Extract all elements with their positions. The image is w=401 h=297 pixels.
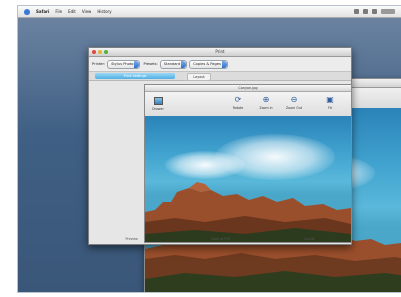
zoom-out-icon: ⊖: [290, 95, 298, 104]
volume-icon[interactable]: [363, 9, 368, 14]
fit-label: Fit: [328, 106, 332, 110]
wifi-icon[interactable]: [354, 9, 359, 14]
printer-popup[interactable]: Stylus Photo: [107, 59, 141, 69]
presets-value: Standard: [163, 62, 181, 66]
section-popup[interactable]: Copies & Pages: [189, 59, 228, 69]
image-toolbar: Drawer ⟳ Rotate ⊕ Zoom In ⊖ Zoom Out ▣ F…: [145, 92, 351, 117]
save-pdf-button[interactable]: Save as PDF: [211, 237, 231, 243]
rotate-icon: ⟳: [234, 95, 242, 104]
print-dialog-titlebar[interactable]: Print: [89, 48, 351, 57]
zoom-in-label: Zoom In: [259, 106, 273, 110]
rock-formation-graphic: [145, 182, 351, 242]
tab-layout[interactable]: Layout: [187, 73, 211, 81]
apple-menu-icon[interactable]: [24, 8, 30, 15]
rotate-label: Rotate: [232, 106, 244, 110]
preview-button[interactable]: Preview: [126, 237, 138, 243]
menu-edit[interactable]: Edit: [68, 9, 76, 14]
tab-print-settings[interactable]: Print Settings: [95, 73, 175, 79]
menu-app-name[interactable]: Safari: [36, 9, 49, 14]
printer-value: Stylus Photo: [111, 62, 134, 66]
menu-extras: [354, 9, 395, 14]
drawer-label: Drawer: [152, 107, 164, 111]
presets-popup[interactable]: Standard: [159, 59, 188, 69]
section-value: Copies & Pages: [193, 62, 221, 66]
popup-arrows-icon: [181, 60, 187, 68]
menu-clock[interactable]: [381, 9, 395, 14]
drawer-icon: [153, 97, 163, 105]
print-dialog-footer: Preview Save as PDF Cancel: [89, 237, 351, 243]
print-dialog-title: Print: [215, 49, 225, 54]
printer-row: Printer: Stylus Photo Presets: Standard …: [89, 57, 351, 72]
rotate-button[interactable]: ⟳ Rotate: [227, 95, 249, 110]
presets-label: Presets:: [143, 62, 158, 66]
zoom-in-icon: ⊕: [262, 95, 270, 104]
drawer-button[interactable]: Drawer: [147, 95, 169, 111]
image-window-title: Canyon.jpg: [145, 85, 351, 92]
image-preview-window[interactable]: Canyon.jpg Drawer ⟳ Rotate ⊕ Zoom In ⊖ Z…: [144, 84, 352, 243]
cancel-button[interactable]: Cancel: [304, 237, 315, 243]
zoom-out-label: Zoom Out: [286, 106, 302, 110]
fit-icon: ▣: [326, 95, 334, 104]
menu-file[interactable]: File: [55, 9, 62, 14]
settings-tab-row: Print Settings Layout: [89, 72, 351, 81]
print-dialog-window[interactable]: Print Printer: Stylus Photo Presets: Sta…: [88, 47, 352, 245]
menu-history[interactable]: History: [97, 9, 111, 14]
menu-view[interactable]: View: [82, 9, 92, 14]
zoom-in-button[interactable]: ⊕ Zoom In: [255, 95, 277, 110]
fit-button[interactable]: ▣ Fit: [319, 95, 341, 110]
zoom-out-button[interactable]: ⊖ Zoom Out: [283, 95, 305, 110]
popup-arrows-icon: [134, 60, 140, 68]
menu-bar: Safari File Edit View History: [18, 6, 401, 18]
battery-icon[interactable]: [372, 9, 377, 14]
printer-label: Printer:: [92, 62, 106, 66]
desktop: Safari File Edit View History Print Prin…: [17, 5, 401, 293]
canyon-photo-preview: [145, 116, 351, 242]
popup-arrows-icon: [221, 60, 227, 68]
